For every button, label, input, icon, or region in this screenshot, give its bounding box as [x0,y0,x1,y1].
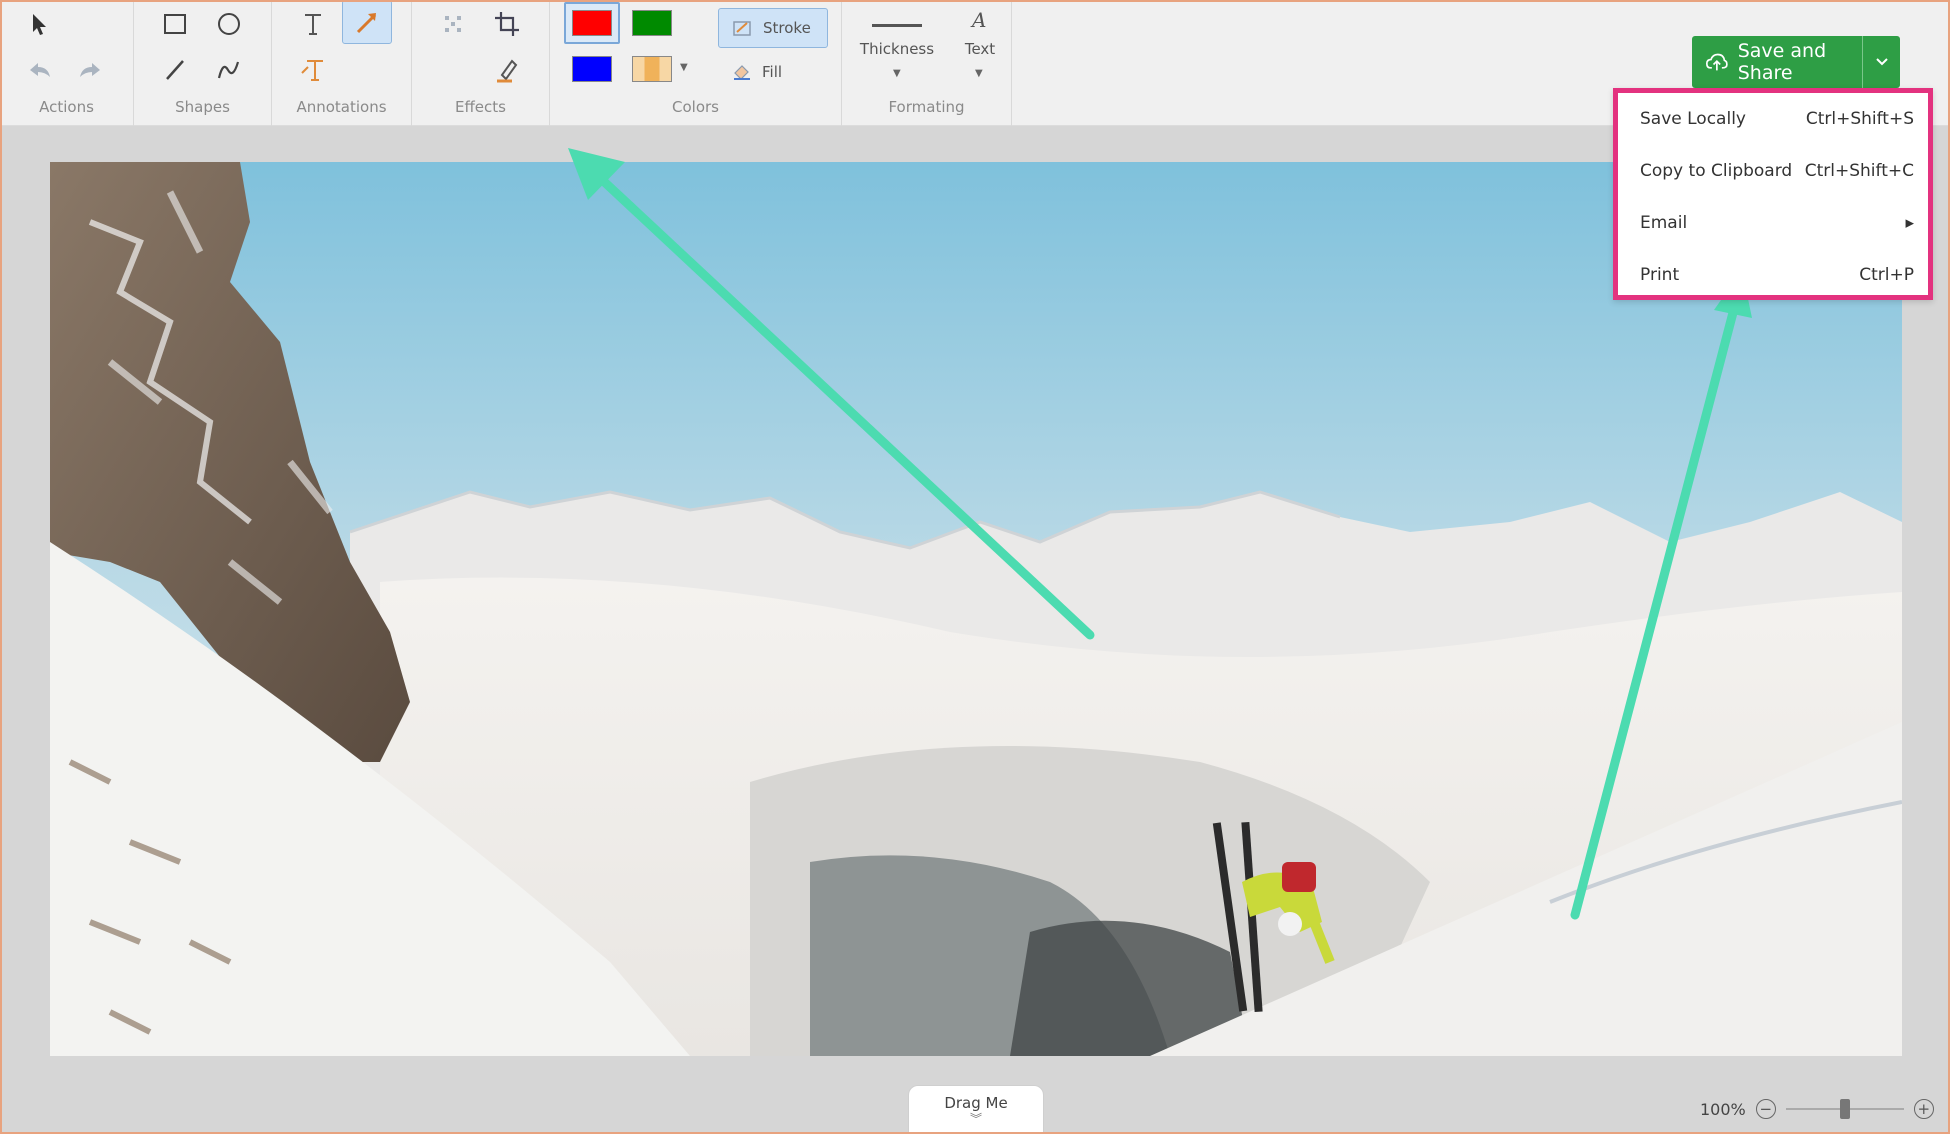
save-and-share-button[interactable]: Save and Share [1692,36,1900,88]
highlighter-tool[interactable] [482,48,532,92]
freehand-icon [217,61,240,79]
group-label-annotations: Annotations [296,98,387,116]
group-actions: Actions [0,0,134,126]
menu-item-shortcut: Ctrl+P [1859,265,1914,285]
save-options-menu: Save Locally Ctrl+Shift+S Copy to Clipbo… [1613,88,1933,300]
fill-icon [734,65,750,80]
highlighter-icon [497,59,518,83]
color-swatch-custom[interactable] [632,56,672,82]
menu-item-save-locally[interactable]: Save Locally Ctrl+Shift+S [1618,93,1928,145]
stroke-button[interactable]: Stroke [718,8,828,48]
undo-button[interactable] [14,48,64,92]
color-swatch-blue[interactable] [572,56,612,82]
stroke-icon [733,21,751,36]
group-annotations: Annotations [272,0,412,126]
text-outline-icon [301,60,323,81]
custom-color-caret-icon[interactable]: ▼ [680,62,688,73]
group-formatting: Thickness ▼ A Text ▼ Formating [842,0,1012,126]
menu-item-shortcut: Ctrl+Shift+C [1804,161,1914,181]
color-swatch-green[interactable] [632,10,672,36]
text-caret-icon: ▼ [975,68,983,79]
text-tool[interactable] [288,2,338,46]
zoom-level-label: 100% [1700,1099,1746,1119]
freehand-tool[interactable] [204,48,254,92]
color-swatch-red[interactable] [572,10,612,36]
thickness-label: Thickness [859,40,935,58]
double-chevron-down-icon: ︾ [969,1112,982,1126]
text-format-label: Text [964,40,996,58]
chevron-down-icon [1876,58,1888,66]
select-tool[interactable] [14,2,64,46]
drag-label: Drag Me [944,1094,1008,1112]
fill-button[interactable]: Fill [718,52,828,92]
zoom-slider[interactable] [1785,1099,1904,1119]
save-and-share-label: Save and Share [1737,40,1827,84]
save-options-dropdown-button[interactable] [1862,36,1900,88]
undo-icon [30,63,50,77]
arrow-icon [356,13,377,34]
text-format-dropdown[interactable]: A Text ▼ [952,0,1008,90]
ellipse-icon [218,13,240,35]
redo-button[interactable] [66,48,116,92]
menu-item-label: Print [1640,265,1680,285]
crop-icon [495,12,519,36]
thickness-line-icon [872,24,922,27]
thickness-dropdown[interactable]: Thickness ▼ [842,0,952,90]
group-label-shapes: Shapes [175,98,230,116]
submenu-arrow-icon: ▸ [1905,213,1914,233]
text-format-icon: A [972,8,987,32]
menu-item-email[interactable]: Email ▸ [1618,197,1928,249]
menu-item-shortcut: Ctrl+Shift+S [1805,109,1914,129]
menu-item-label: Save Locally [1640,109,1746,129]
group-shapes: Shapes [134,0,272,126]
menu-item-copy-to-clipboard[interactable]: Copy to Clipboard Ctrl+Shift+C [1618,145,1928,197]
fill-label: Fill [762,63,783,81]
line-icon [166,60,184,80]
line-tool[interactable] [150,48,200,92]
ellipse-tool[interactable] [204,2,254,46]
zoom-out-icon[interactable]: − [1755,1099,1776,1119]
zoom-control: 100% − + [1700,1096,1934,1122]
drag-handle[interactable]: Drag Me ︾ [908,1085,1044,1134]
thickness-caret-icon: ▼ [893,68,901,79]
menu-item-print[interactable]: Print Ctrl+P [1618,249,1928,301]
blur-icon [445,16,461,32]
redo-icon [80,63,100,77]
group-label-effects: Effects [455,98,506,116]
cursor-icon [33,14,46,35]
text-outline-tool[interactable] [288,48,338,92]
blur-tool[interactable] [428,2,478,46]
group-colors: ▼ Stroke Fill Colors [550,0,842,126]
rectangle-tool[interactable] [150,2,200,46]
group-label-formatting: Formating [888,98,965,116]
zoom-slider-thumb[interactable] [1839,1099,1850,1119]
menu-item-label: Copy to Clipboard [1640,161,1793,181]
group-effects: Effects [412,0,550,126]
group-label-actions: Actions [39,98,94,116]
group-label-colors: Colors [672,98,719,116]
crop-tool[interactable] [482,2,532,46]
stroke-label: Stroke [763,19,811,37]
rectangle-icon [164,14,186,34]
cloud-upload-icon [1706,53,1728,71]
arrow-tool[interactable] [342,0,392,44]
text-icon [305,14,321,35]
save-and-share-main[interactable]: Save and Share [1692,36,1862,88]
menu-item-label: Email [1640,213,1688,233]
zoom-in-icon[interactable]: + [1913,1099,1934,1119]
